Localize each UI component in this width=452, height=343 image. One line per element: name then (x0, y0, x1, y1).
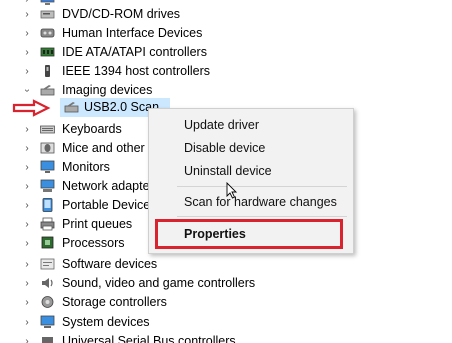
context-menu: Update driver Disable device Uninstall d… (148, 108, 354, 254)
tree-item-storage-controllers[interactable]: › Storage controllers (0, 293, 452, 312)
tree-item-hid[interactable]: › Human Interface Devices (0, 24, 452, 43)
tree-item-ide-controllers[interactable]: › IDE ATA/ATAPI controllers (0, 43, 452, 62)
chevron-right-icon[interactable]: › (22, 43, 32, 62)
dvd-drive-icon (40, 10, 55, 19)
chevron-right-icon[interactable]: › (22, 293, 32, 312)
system-device-icon (40, 315, 55, 328)
chevron-down-icon[interactable]: › (18, 86, 37, 96)
hid-icon (40, 28, 55, 38)
software-device-icon (40, 258, 55, 270)
tree-item-label: DVD/CD-ROM drives (62, 7, 181, 21)
tree-item-label: Monitors (62, 160, 110, 174)
tree-item-label: Network adapte (62, 179, 150, 193)
chevron-right-icon[interactable]: › (22, 274, 32, 293)
chevron-right-icon[interactable]: › (22, 215, 32, 234)
storage-controller-icon (41, 296, 54, 308)
chevron-right-icon[interactable]: › (22, 158, 32, 177)
tree-item-label: Sound, video and game controllers (62, 276, 256, 290)
tree-item-label: Processors (62, 236, 125, 250)
chevron-right-icon[interactable]: › (22, 177, 32, 196)
keyboard-icon (40, 125, 55, 134)
tree-item-software-devices[interactable]: › Software devices (0, 255, 452, 274)
device-manager-tree: › › DVD/CD-ROM drives › Human Interface … (0, 0, 452, 343)
chevron-right-icon[interactable]: › (22, 5, 32, 24)
tree-item-sound-controllers[interactable]: › Sound, video and game controllers (0, 274, 452, 293)
ieee1394-icon (45, 65, 50, 77)
tree-item-label: IDE ATA/ATAPI controllers (62, 45, 207, 59)
network-adapter-icon (40, 179, 55, 192)
tree-item-system-devices[interactable]: › System devices (0, 313, 452, 332)
menu-item-uninstall-device[interactable]: Uninstall device (184, 161, 272, 181)
usb-controller-icon (42, 337, 53, 343)
red-box-annotation (155, 219, 343, 249)
tree-item-label: IEEE 1394 host controllers (62, 64, 210, 78)
tree-item-label: Mice and other (62, 141, 145, 155)
processor-icon (41, 236, 54, 249)
chevron-right-icon[interactable]: › (22, 120, 32, 139)
tree-item-label: Software devices (62, 257, 158, 271)
sound-icon (42, 278, 53, 288)
chevron-right-icon[interactable]: › (22, 332, 32, 343)
printer-icon (40, 217, 55, 231)
chevron-right-icon[interactable]: › (22, 196, 32, 215)
chevron-right-icon[interactable]: › (22, 139, 32, 158)
tree-item-label: Universal Serial Bus controllers (62, 334, 236, 343)
tree-item-label: Print queues (62, 217, 133, 231)
chevron-right-icon[interactable]: › (22, 313, 32, 332)
menu-item-scan-hardware[interactable]: Scan for hardware changes (184, 192, 337, 212)
menu-separator (177, 216, 347, 217)
tree-item-label: Keyboards (62, 122, 122, 136)
chevron-right-icon[interactable]: › (22, 255, 32, 274)
tree-item-label: Human Interface Devices (62, 26, 203, 40)
mouse-cursor-icon (226, 182, 238, 199)
imaging-device-icon (40, 85, 55, 96)
tree-item-usb-controllers[interactable]: › Universal Serial Bus controllers (0, 332, 452, 343)
menu-item-disable-device[interactable]: Disable device (184, 138, 265, 158)
monitor-icon (40, 160, 55, 173)
chevron-right-icon[interactable]: › (22, 62, 32, 81)
tree-item-dvd-drives[interactable]: › DVD/CD-ROM drives (0, 5, 452, 24)
ide-controller-icon (40, 47, 55, 57)
chevron-right-icon[interactable]: › (22, 234, 32, 253)
chevron-right-icon[interactable]: › (22, 24, 32, 43)
menu-item-update-driver[interactable]: Update driver (184, 115, 259, 135)
tree-item-label: Portable Device (62, 198, 151, 212)
menu-separator (177, 186, 347, 187)
mouse-icon (40, 142, 55, 154)
tree-item-label: Storage controllers (62, 295, 167, 309)
portable-device-icon (42, 198, 53, 212)
tree-item-label: System devices (62, 315, 150, 329)
scanner-icon (64, 102, 79, 113)
tree-item-ieee1394[interactable]: › IEEE 1394 host controllers (0, 62, 452, 81)
